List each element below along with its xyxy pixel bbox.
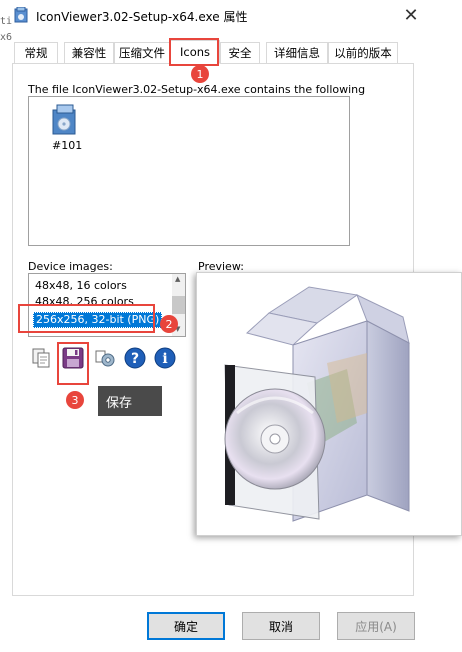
scrollbar-thumb[interactable] bbox=[172, 296, 185, 314]
preview-pane bbox=[196, 272, 462, 536]
apply-button[interactable]: 应用(A) bbox=[337, 612, 415, 640]
installer-resource-icon[interactable] bbox=[50, 104, 80, 136]
step-badge-3: 3 bbox=[66, 391, 84, 409]
settings-icon[interactable] bbox=[94, 347, 116, 369]
device-images-label: Device images: bbox=[28, 260, 113, 273]
tab-general[interactable]: 常规 bbox=[14, 42, 58, 63]
svg-text:i: i bbox=[162, 351, 167, 367]
tab-archive[interactable]: 压缩文件 bbox=[114, 42, 170, 63]
tab-compatibility[interactable]: 兼容性 bbox=[64, 42, 114, 63]
list-item[interactable]: 48x48, 16 colors bbox=[35, 278, 127, 294]
contents-description: The file IconViewer3.02-Setup-x64.exe co… bbox=[28, 83, 366, 96]
svg-text:?: ? bbox=[131, 351, 139, 367]
save-tooltip: 保存 bbox=[98, 386, 162, 416]
tab-previous-versions[interactable]: 以前的版本 bbox=[328, 42, 398, 63]
window-title: IconViewer3.02-Setup-x64.exe 属性 bbox=[36, 10, 248, 24]
cancel-button[interactable]: 取消 bbox=[242, 612, 320, 640]
info-icon[interactable]: i bbox=[154, 347, 176, 369]
icon-label: #101 bbox=[52, 139, 83, 152]
highlight-selected-image bbox=[18, 304, 155, 333]
installer-icon bbox=[14, 6, 28, 23]
software-box-cd-icon bbox=[224, 286, 410, 522]
copy-icon[interactable] bbox=[30, 347, 52, 369]
tab-security[interactable]: 安全 bbox=[220, 42, 260, 63]
side-fragment: x6 bbox=[0, 32, 13, 43]
side-fragment: ti bbox=[0, 16, 13, 27]
step-badge-1: 1 bbox=[191, 65, 209, 83]
tab-details[interactable]: 详细信息 bbox=[266, 42, 328, 63]
ok-button[interactable]: 确定 bbox=[147, 612, 225, 640]
highlight-save-button bbox=[57, 342, 89, 385]
highlight-icons-tab bbox=[169, 38, 219, 66]
close-button[interactable]: ✕ bbox=[398, 2, 424, 28]
help-icon[interactable]: ? bbox=[124, 347, 146, 369]
scroll-up-icon[interactable]: ▲ bbox=[175, 275, 180, 283]
step-badge-2: 2 bbox=[160, 315, 178, 333]
